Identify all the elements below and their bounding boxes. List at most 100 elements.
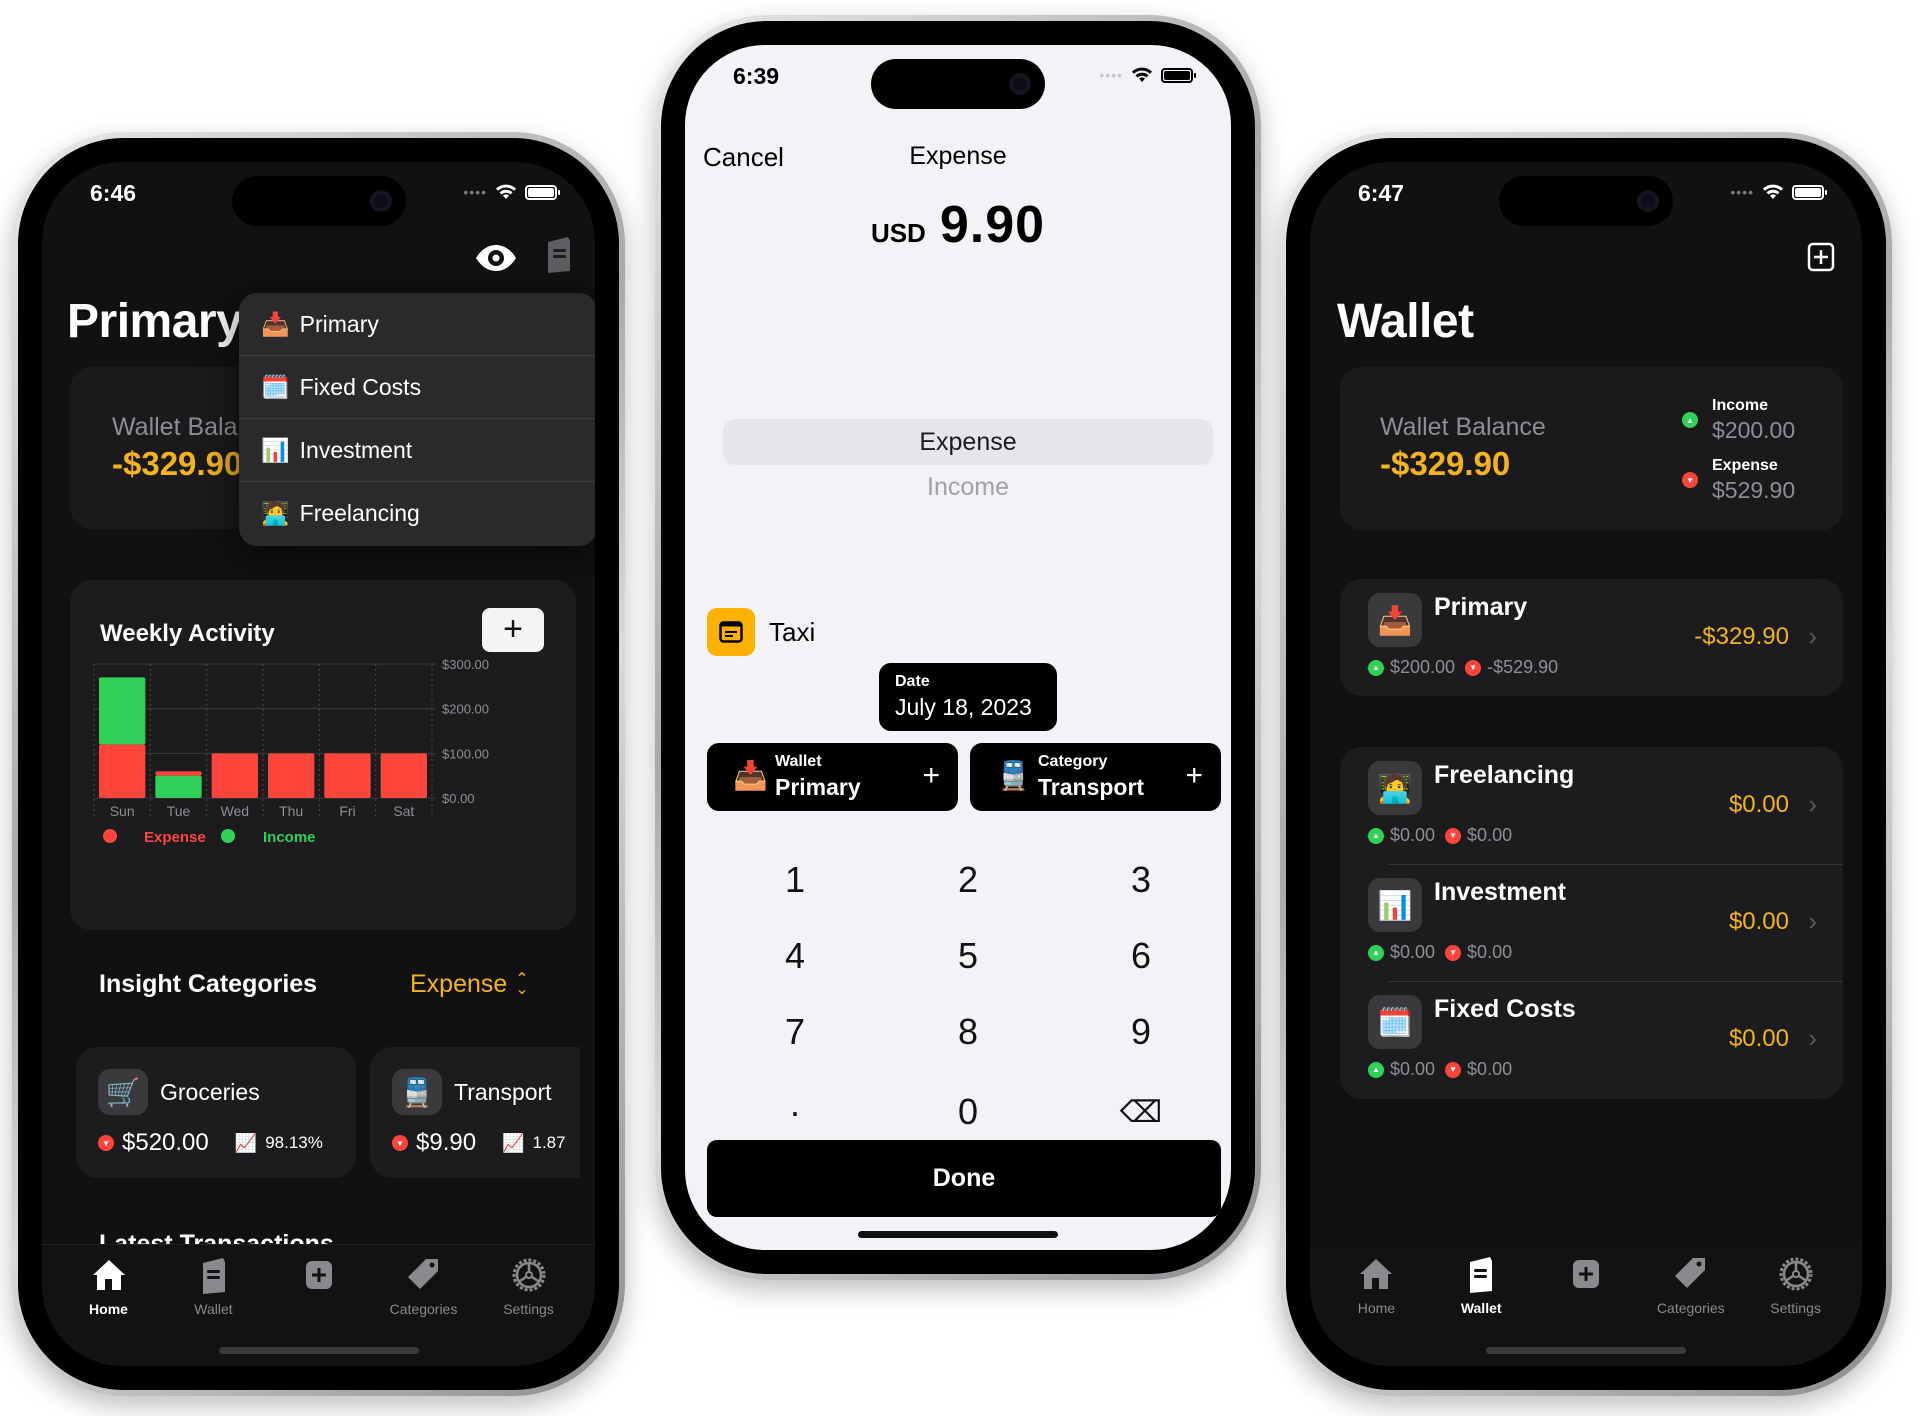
wallet-balance: $0.00 [1728,1025,1789,1052]
plus-square-icon [1572,1260,1599,1288]
train-icon: 🚆 [392,1069,442,1115]
key-3[interactable]: 3 [1066,850,1216,910]
insight-filter-dropdown[interactable]: Expense ⌃ ⌄ [410,970,529,999]
status-time: 6:39 [733,63,780,89]
y-tick-label: $100.00 [442,746,489,761]
wallet-icon[interactable] [544,236,574,274]
category-selector[interactable]: 🚆 Category Transport + [970,743,1221,811]
chevron-right-icon: › [1808,1023,1817,1053]
wallet-group-default: 📥 Primary ▲ $200.00 ▼ -$529.90 -$329.90 › [1340,579,1843,696]
backspace-key[interactable]: ⌫ [1066,1082,1216,1142]
wallet-row-primary[interactable]: 📥 Primary ▲ $200.00 ▼ -$529.90 -$329.90 › [1340,579,1843,696]
done-button[interactable]: Done [707,1140,1221,1217]
wallet-balance: -$329.90 [1694,623,1789,650]
home-indicator [218,1347,419,1354]
plus-icon: + [1185,759,1203,792]
weekly-activity-card: Weekly Activity + $0.00 $100.00 $200.00 $30… [70,580,576,930]
key-0[interactable]: 0 [893,1082,1043,1142]
wallet-selector-label: Wallet [775,753,822,770]
insight-card-groceries[interactable]: 🛒 Groceries ▼ $520.00 📈 98.13% [76,1047,356,1178]
wifi-icon [1763,184,1783,199]
key-8[interactable]: 8 [893,1002,1043,1062]
segment-expense[interactable]: Expense [723,419,1213,465]
wallet-screen: 6:47 •••• Wallet Wallet Balance -$329.90… [1310,162,1862,1366]
tab-home[interactable]: Home [64,1245,154,1366]
key-1[interactable]: 1 [720,850,870,910]
tab-home[interactable]: Home [1331,1244,1421,1366]
category-selector-label: Category [1038,753,1108,770]
key-4[interactable]: 4 [720,926,870,986]
bar-expense [99,744,146,798]
wifi-icon [1132,67,1152,82]
train-icon: 🚆 [996,759,1031,792]
plus-square-icon [305,1261,332,1289]
x-tick-label: Tue [167,803,191,819]
bar-expense [380,753,427,798]
insight-card-transport[interactable]: 🚆 Transport ▼ $9.90 📈 1.87 [370,1047,580,1178]
x-tick-label: Sat [393,803,414,819]
note-row[interactable]: Taxi [707,608,815,656]
wallet-flows: ▲ $0.00 ▼ $0.00 [1368,825,1512,846]
key-6[interactable]: 6 [1066,926,1216,986]
menu-item-primary[interactable]: 📥 Primary [239,293,595,356]
tab-label: Categories [389,1301,458,1317]
wallet-selector[interactable]: 📥 Wallet Primary + [707,743,958,811]
wallet-flows: ▲ $0.00 ▼ $0.00 [1368,942,1512,963]
wallet-name: Freelancing [1434,761,1575,789]
legend-income-label: Income [263,829,316,846]
nav-title: Expense [909,142,1007,170]
dynamic-island [231,176,406,226]
bar-chart-icon: 📊 [1368,878,1422,932]
key-7[interactable]: 7 [720,1002,870,1062]
amount-value: 9.90 [939,196,1046,254]
bar-expense [324,753,371,798]
date-picker[interactable]: Date July 18, 2023 [879,663,1057,731]
chevron-updown-icon: ⌃ ⌄ [515,970,529,998]
wallet-row-freelancing[interactable]: 🧑‍💻 Freelancing ▲ $0.00 ▼ $0.00 $0.00 › [1340,747,1843,864]
chevron-right-icon: › [1808,906,1817,936]
house-icon [1360,1259,1393,1289]
currency-code: USD [870,218,926,248]
battery-icon [525,184,560,200]
menu-item-fixed-costs[interactable]: 🗓️ Fixed Costs [239,356,595,419]
menu-item-freelancing[interactable]: 🧑‍💻 Freelancing [239,482,595,545]
tab-label: Settings [1770,1300,1821,1316]
date-value: July 18, 2023 [895,694,1032,720]
expense-down-icon: ▼ [392,1135,408,1151]
menu-item-investment[interactable]: 📊 Investment [239,419,595,482]
key-5[interactable]: 5 [893,926,1043,986]
wallet-row-investment[interactable]: 📊 Investment ▲ $0.00 ▼ $0.00 $0.00 › [1340,864,1843,981]
wallet-name: Primary [1434,593,1528,621]
income-up-icon: ▲ [1368,659,1384,676]
home-screen: 6:46 •••• Primary Wallet Balance -$329.9… [42,162,595,1366]
type-picker: Expense Income [723,419,1213,509]
phone-add-expense: 6:39 •••• Cancel Expense USD 9.90 Expens… [655,15,1261,1280]
wallet-row-fixed-costs[interactable]: 🗓️ Fixed Costs ▲ $0.00 ▼ $0.00 $0.00 › [1340,981,1843,1098]
battery-icon [1792,184,1827,200]
tab-settings[interactable]: Settings [484,1245,574,1366]
plus-icon: + [922,759,940,792]
add-wallet-icon[interactable] [1807,242,1835,272]
cart-icon: 🛒 [98,1069,148,1115]
tag-icon [1674,1258,1705,1288]
x-tick-label: Thu [279,803,303,819]
segment-income[interactable]: Income [723,465,1213,509]
expense-down-icon: ▼ [1682,472,1698,488]
wallet-name: Investment [1434,878,1566,906]
dynamic-island [871,59,1045,109]
bar-income [155,775,202,798]
decimal-key[interactable]: · [720,1082,870,1142]
x-tick-label: Sun [110,803,135,819]
key-9[interactable]: 9 [1066,1002,1216,1062]
tab-settings[interactable]: Settings [1751,1244,1841,1366]
eye-icon[interactable] [474,244,518,272]
insight-card-amount: $9.90 [416,1129,477,1156]
wallet-balance-card: Wallet Balance -$329.90 ▲ Income $200.00… [1340,367,1843,530]
calendar-icon: 🗓️ [1368,995,1422,1049]
note-text: Taxi [769,616,816,647]
expense-down-icon: ▼ [1445,1061,1462,1078]
key-2[interactable]: 2 [893,850,1043,910]
y-tick-label: $300.00 [442,657,489,672]
insight-card-percent: 1.87 [532,1133,566,1152]
expense-down-icon: ▼ [1445,827,1462,844]
